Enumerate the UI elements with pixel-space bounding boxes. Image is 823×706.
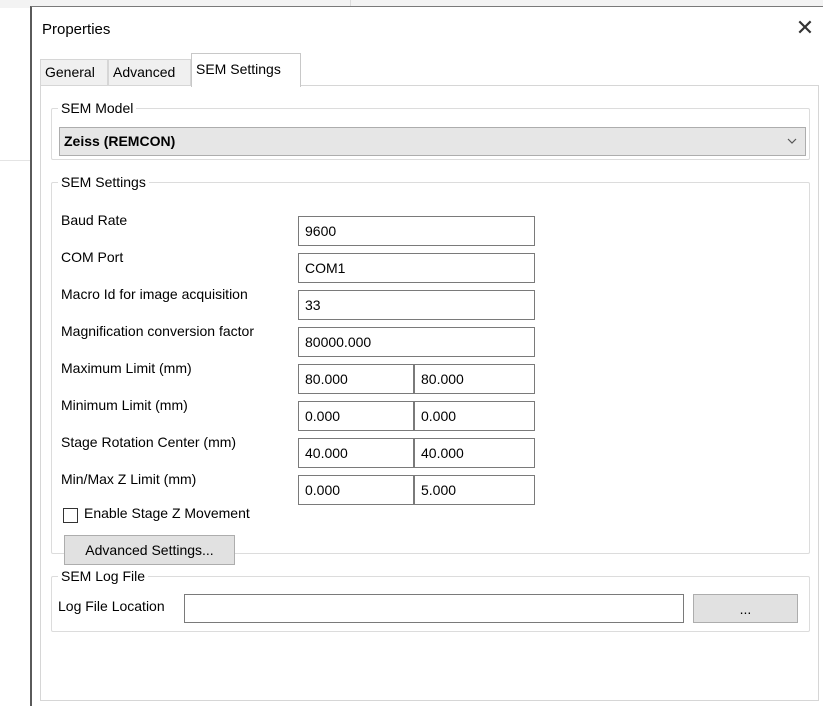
enable-z-checkbox[interactable]: [63, 508, 78, 523]
sem-model-group-label: SEM Model: [61, 100, 134, 116]
rotation-center-y-input[interactable]: 40.000: [414, 438, 535, 468]
log-file-location-input[interactable]: [184, 594, 684, 623]
close-icon[interactable]: ✕: [792, 15, 818, 41]
com-port-label: COM Port: [61, 249, 124, 265]
tab-general[interactable]: General: [40, 59, 108, 86]
log-file-location-label: Log File Location: [58, 598, 165, 614]
min-limit-x-input[interactable]: 0.000: [298, 401, 414, 431]
sem-log-group-label: SEM Log File: [61, 568, 146, 584]
sem-log-group: SEM Log File Log File Location ...: [51, 568, 810, 632]
sem-model-selected-value: Zeiss (REMCON): [64, 133, 176, 149]
max-limit-x-input[interactable]: 80.000: [298, 364, 414, 394]
mag-factor-label: Magnification conversion factor: [61, 323, 254, 339]
rotation-center-label: Stage Rotation Center (mm): [61, 434, 237, 450]
enable-z-label: Enable Stage Z Movement: [84, 505, 250, 521]
chevron-down-icon: [785, 128, 799, 155]
sem-settings-group-label: SEM Settings: [61, 174, 146, 190]
browse-button[interactable]: ...: [693, 594, 798, 623]
min-limit-y-input[interactable]: 0.000: [414, 401, 535, 431]
advanced-settings-button[interactable]: Advanced Settings...: [64, 535, 235, 565]
z-limit-max-input[interactable]: 5.000: [414, 475, 535, 505]
properties-dialog: Properties ✕ General Advanced SEM Settin…: [30, 6, 823, 706]
max-limit-y-input[interactable]: 80.000: [414, 364, 535, 394]
baud-rate-input[interactable]: 9600: [298, 216, 535, 246]
background-divider: [0, 160, 30, 161]
com-port-input[interactable]: COM1: [298, 253, 535, 283]
macro-id-input[interactable]: 33: [298, 290, 535, 320]
tab-advanced[interactable]: Advanced: [108, 59, 191, 86]
dialog-title: Properties: [42, 21, 111, 38]
mag-factor-input[interactable]: 80000.000: [298, 327, 535, 357]
z-limit-label: Min/Max Z Limit (mm): [61, 471, 197, 487]
sem-model-group: SEM Model Zeiss (REMCON): [51, 100, 810, 160]
min-limit-label: Minimum Limit (mm): [61, 397, 188, 413]
macro-id-label: Macro Id for image acquisition: [61, 286, 248, 302]
sem-model-select[interactable]: Zeiss (REMCON): [59, 127, 806, 156]
z-limit-min-input[interactable]: 0.000: [298, 475, 414, 505]
tab-sem-settings[interactable]: SEM Settings: [191, 53, 301, 87]
sem-settings-tab-page: SEM Model Zeiss (REMCON) SEM Settings Ba…: [40, 85, 819, 701]
rotation-center-x-input[interactable]: 40.000: [298, 438, 414, 468]
sem-settings-group: SEM Settings Baud Rate 9600 COM Port COM…: [51, 174, 810, 565]
baud-rate-label: Baud Rate: [61, 212, 128, 228]
max-limit-label: Maximum Limit (mm): [61, 360, 192, 376]
